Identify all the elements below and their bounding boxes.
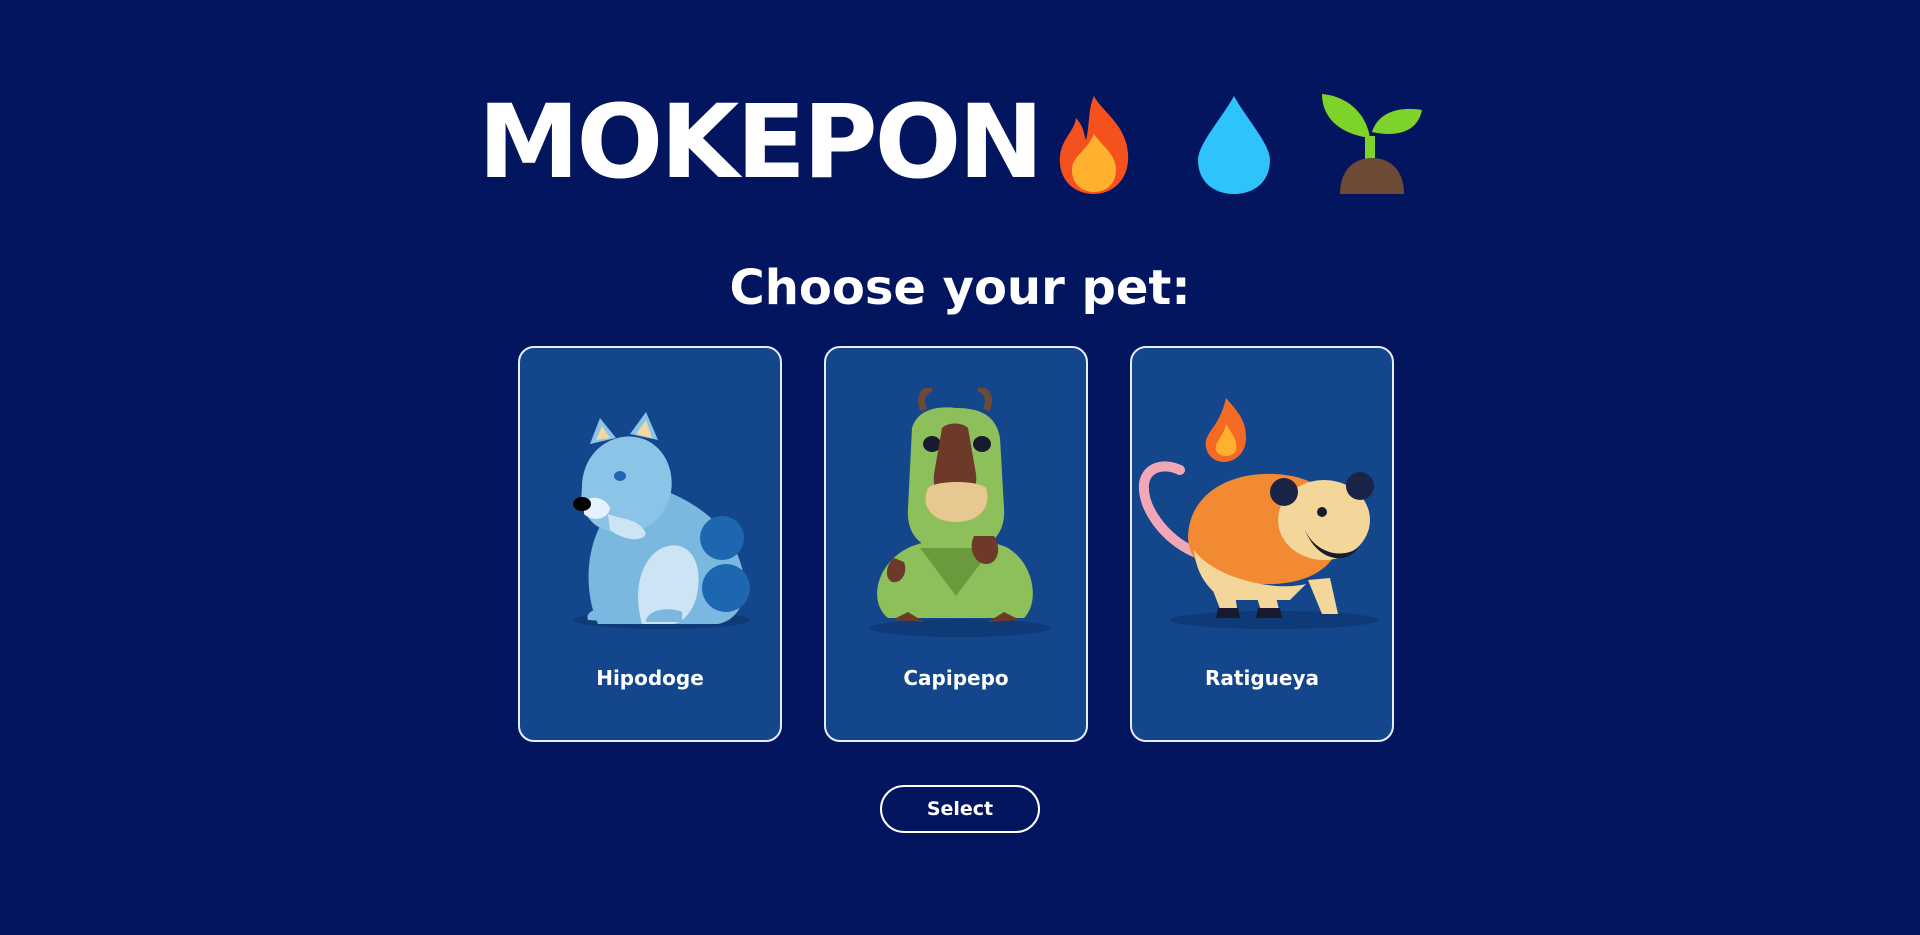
hipodoge-illustration (573, 412, 750, 629)
mokepon-page: MOKEPON Choose your pet: Hipodoge Capipe… (0, 0, 1920, 935)
seedling-icon (1322, 94, 1422, 194)
fire-icon (1059, 96, 1129, 194)
pet-card-hipodoge[interactable]: Hipodoge (518, 346, 782, 742)
water-drop-icon (1198, 96, 1270, 194)
capipepo-illustration (870, 388, 1050, 637)
pet-name: Capipepo (903, 666, 1009, 690)
pet-name: Ratigueya (1205, 666, 1319, 690)
select-button[interactable]: Select (880, 785, 1040, 833)
pet-name: Hipodoge (596, 666, 704, 690)
pet-card-ratigueya[interactable]: Ratigueya (1130, 346, 1394, 742)
choose-pet-heading: Choose your pet: (729, 260, 1191, 316)
header: MOKEPON (478, 83, 1044, 202)
game-title: MOKEPON (478, 83, 1044, 202)
pet-card-capipepo[interactable]: Capipepo (824, 346, 1088, 742)
pet-cards: Hipodoge Capipepo Ratigueya (518, 346, 1394, 742)
element-icons (1050, 90, 1430, 200)
ratigueya-illustration (1138, 398, 1378, 629)
